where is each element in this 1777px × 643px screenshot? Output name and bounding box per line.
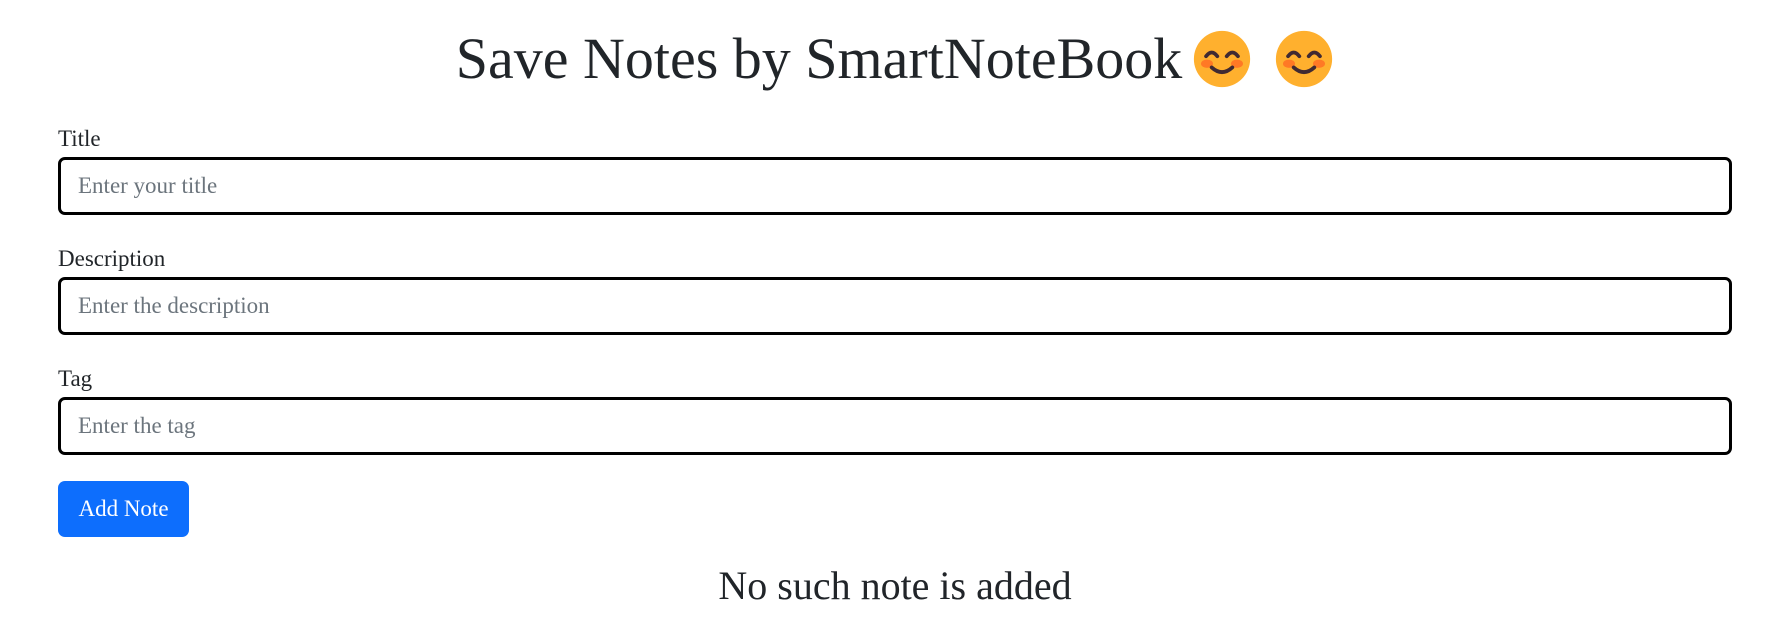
title-field-group: Title bbox=[58, 126, 1732, 215]
description-field-group: Description bbox=[58, 246, 1732, 335]
page-title: Save Notes by SmartNoteBook bbox=[58, 0, 1732, 96]
title-label: Title bbox=[58, 126, 101, 151]
add-note-button[interactable]: Add Note bbox=[58, 481, 189, 537]
smiling-face-icon bbox=[1194, 30, 1251, 87]
title-input[interactable] bbox=[58, 157, 1732, 215]
empty-notes-message: No such note is added bbox=[718, 563, 1072, 608]
tag-label: Tag bbox=[58, 366, 93, 391]
notes-page: Save Notes by SmartNoteBook Title Descri… bbox=[58, 0, 1732, 608]
page-title-text: Save Notes by SmartNoteBook bbox=[455, 26, 1183, 91]
smiling-face-icon bbox=[1276, 30, 1333, 87]
tag-field-group: Tag bbox=[58, 366, 1732, 455]
tag-input[interactable] bbox=[58, 397, 1732, 455]
description-input[interactable] bbox=[58, 277, 1732, 335]
description-label: Description bbox=[58, 246, 166, 271]
